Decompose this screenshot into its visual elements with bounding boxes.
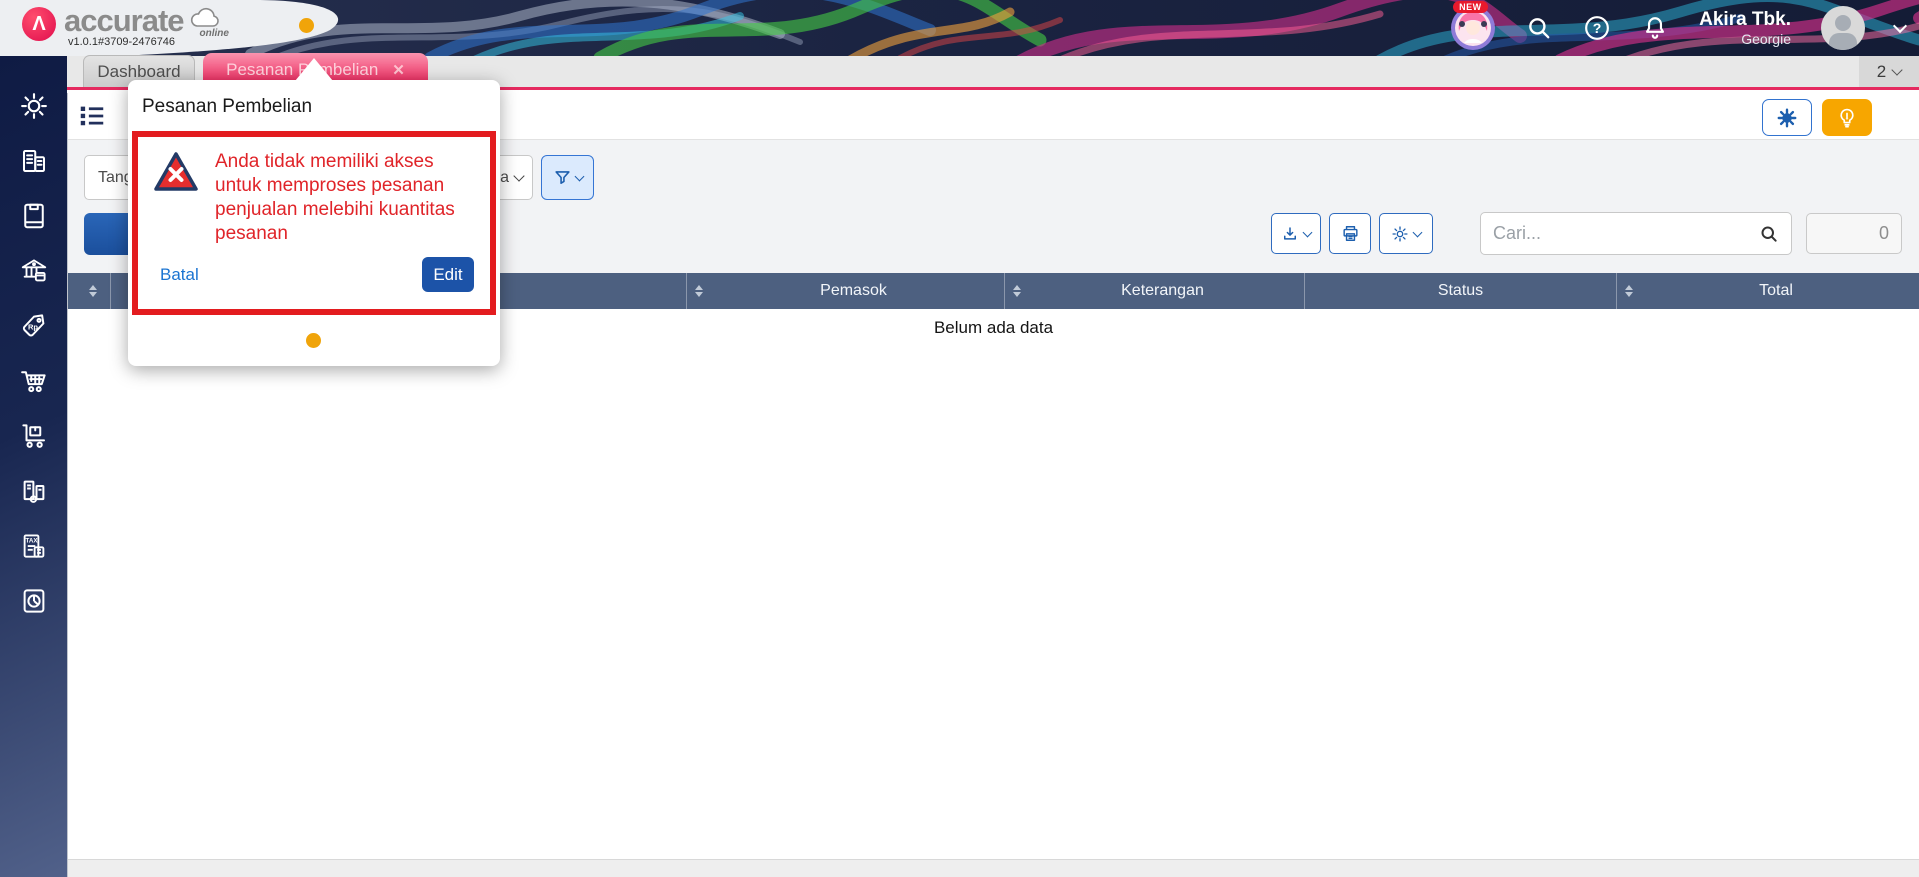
- navbar-right-group: NEW ? Akira Tbk. Georgie: [1451, 0, 1908, 56]
- download-icon: [1284, 226, 1296, 240]
- asset-building-icon: [23, 480, 44, 503]
- chevron-down-icon: [1412, 227, 1423, 237]
- sidebar-item-purchasing[interactable]: [14, 361, 54, 401]
- user-name: Georgie: [1741, 30, 1791, 47]
- search-box: [1480, 212, 1792, 255]
- sort-icon[interactable]: [1625, 285, 1633, 297]
- building-icon: [22, 150, 45, 172]
- company-name: Akira Tbk.: [1699, 9, 1791, 31]
- chevron-down-icon: [1891, 63, 1903, 76]
- sidebar-item-ledger[interactable]: [14, 196, 54, 236]
- svg-text:TAX: TAX: [25, 537, 38, 544]
- tax-document-icon: TAX: [23, 534, 44, 558]
- price-tag-rp-icon: Rp: [22, 314, 44, 337]
- user-avatar[interactable]: [1821, 6, 1865, 50]
- list-view-icon[interactable]: [77, 101, 107, 131]
- bottom-scrollbar-track[interactable]: [68, 859, 1919, 877]
- chevron-down-icon: [513, 169, 525, 182]
- column-header-total[interactable]: Total: [1616, 273, 1919, 309]
- gear-icon: [20, 93, 47, 119]
- sidebar-item-tax[interactable]: TAX: [14, 526, 54, 566]
- error-popup: Pesanan Pembelian Anda tidak memiliki ak…: [128, 58, 500, 366]
- assistant-avatar[interactable]: NEW: [1451, 1, 1496, 50]
- error-highlight-box: Anda tidak memiliki akses untuk memprose…: [132, 131, 496, 315]
- tips-button[interactable]: [1822, 99, 1872, 136]
- user-menu-chevron-icon[interactable]: [1892, 18, 1908, 34]
- app-window: Λ accurate online v1.0.1#3709-2476746 NE…: [0, 0, 1919, 877]
- popup-arrow: [295, 58, 333, 81]
- close-tab-icon[interactable]: ✕: [392, 61, 405, 79]
- notifications-bell-icon[interactable]: [1641, 14, 1669, 42]
- gear-icon: [1392, 225, 1408, 242]
- column-header-keterangan[interactable]: Keterangan: [1004, 273, 1304, 309]
- version-label: v1.0.1#3709-2476746: [68, 36, 176, 48]
- bank-icon: [21, 259, 46, 282]
- help-icon[interactable]: ?: [1583, 14, 1611, 42]
- sidebar-item-sales[interactable]: Rp: [14, 306, 54, 346]
- column-header-pemasok[interactable]: Pemasok: [686, 273, 1004, 309]
- sidebar-item-reports[interactable]: [14, 581, 54, 621]
- sort-icon[interactable]: [89, 285, 97, 297]
- sort-icon[interactable]: [695, 285, 703, 297]
- sort-icon[interactable]: [1013, 285, 1021, 297]
- search-icon[interactable]: [1525, 14, 1553, 42]
- column-label: Status: [1437, 282, 1484, 299]
- tab-label: Dashboard: [97, 61, 181, 81]
- column-label: Keterangan: [1121, 282, 1204, 299]
- shopping-cart-icon: [20, 371, 46, 393]
- column-header-select[interactable]: [68, 273, 110, 309]
- chevron-down-icon: [574, 171, 584, 181]
- printer-icon: [1342, 226, 1358, 241]
- cancel-button[interactable]: Batal: [160, 265, 199, 285]
- new-badge: NEW: [1453, 1, 1488, 13]
- record-count-value: 0: [1878, 223, 1889, 243]
- search-icon[interactable]: [1759, 224, 1779, 244]
- sidebar-item-banking[interactable]: [14, 251, 54, 291]
- column-label: Pemasok: [820, 282, 887, 299]
- edit-button[interactable]: Edit: [422, 257, 474, 292]
- popup-actions: Batal Edit: [160, 257, 474, 292]
- brand-sub-label: online: [199, 28, 229, 39]
- error-message: Anda tidak memiliki akses untuk memprose…: [215, 151, 455, 244]
- user-info: Akira Tbk. Georgie: [1699, 9, 1791, 47]
- sidebar-item-settings[interactable]: [14, 86, 54, 126]
- download-button[interactable]: [1271, 213, 1321, 254]
- trolley-box-icon: [21, 424, 45, 448]
- funnel-icon: [554, 171, 570, 184]
- book-icon: [23, 203, 44, 229]
- search-input[interactable]: [1493, 223, 1759, 244]
- tab-count: 2: [1876, 61, 1887, 81]
- brand-name: accurate: [64, 3, 185, 38]
- sidebar-nav: Rp TAX: [0, 56, 67, 877]
- report-pie-icon: [23, 589, 44, 613]
- accurate-logo-icon: Λ: [22, 7, 56, 41]
- popup-title: Pesanan Pembelian: [142, 96, 313, 117]
- onboarding-dot-top: [299, 18, 314, 33]
- column-label: Total: [1759, 282, 1793, 299]
- chevron-down-icon: [1302, 227, 1313, 237]
- table-settings-button[interactable]: [1379, 213, 1433, 254]
- svg-text:Rp: Rp: [28, 323, 38, 332]
- sidebar-item-inventory[interactable]: [14, 416, 54, 456]
- top-navbar: Λ accurate online v1.0.1#3709-2476746 NE…: [0, 0, 1919, 56]
- svg-text:?: ?: [1593, 20, 1602, 36]
- record-count: 0: [1806, 213, 1902, 254]
- column-header-status[interactable]: Status: [1304, 273, 1616, 309]
- error-triangle-icon: [154, 152, 198, 191]
- lightbulb-icon: [1840, 108, 1854, 128]
- sidebar-item-company[interactable]: [14, 141, 54, 181]
- sidebar-item-assets[interactable]: [14, 471, 54, 511]
- onboarding-dot-bottom: [306, 333, 321, 348]
- print-button[interactable]: [1329, 213, 1371, 254]
- filter-button[interactable]: [541, 155, 594, 200]
- gear-icon: [1777, 108, 1797, 127]
- tab-overflow-dropdown[interactable]: 2: [1859, 56, 1919, 87]
- cloud-icon: online: [188, 6, 229, 39]
- page-settings-button[interactable]: [1762, 99, 1812, 136]
